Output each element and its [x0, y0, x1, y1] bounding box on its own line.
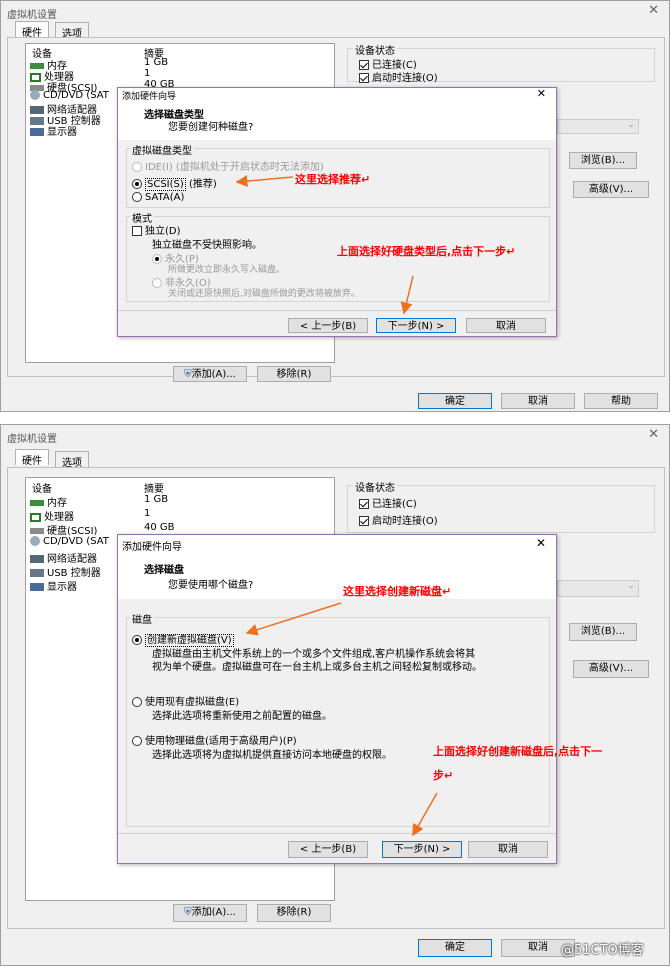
vm-settings-window-1: 虚拟机设置 ✕ 硬件 选项 设备 摘要 内存 1 GB 处理器 1 硬盘(SCS…: [0, 0, 670, 412]
watermark: @51CTO博客: [561, 943, 644, 958]
annotation-arrows-1: [235, 175, 414, 315]
annotation-arrows-2: [245, 602, 438, 837]
vm-settings-window-2: 虚拟机设置 ✕ 硬件 选项 设备 摘要 内存 1 GB 处理器 1 硬盘(SCS…: [0, 424, 670, 966]
